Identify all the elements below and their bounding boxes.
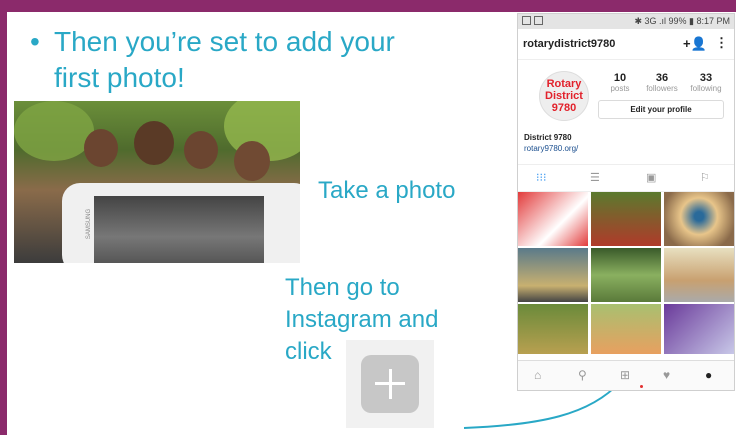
bullet-point: • — [30, 26, 40, 57]
slide-left-border — [0, 0, 7, 435]
following-stat[interactable]: 33 following — [684, 72, 728, 93]
grid-photo[interactable] — [518, 192, 588, 246]
slide-top-border — [0, 0, 736, 12]
kids-photo: SAMSUNG — [14, 101, 300, 263]
add-user-icon[interactable]: +👤 — [683, 36, 707, 52]
home-icon[interactable]: ⌂ — [534, 368, 541, 382]
add-post-button[interactable] — [346, 340, 434, 428]
grid-photo[interactable] — [591, 248, 661, 302]
take-photo-text: Take a photo — [318, 177, 456, 204]
profile-header: rotarydistrict9780 +👤 ⋮ — [518, 29, 734, 60]
followers-stat[interactable]: 36 followers — [640, 72, 684, 93]
slide-heading: Then you’re set to add your first photo! — [54, 26, 395, 93]
grid-photo[interactable] — [664, 304, 734, 354]
profile-icon[interactable]: ● — [705, 368, 712, 382]
phone-brand-text: SAMSUNG — [86, 208, 93, 240]
bottom-nav: ⌂ ⚲ ⊞ ♥ ● — [518, 360, 734, 390]
bookmark-icon[interactable]: ⚐ — [700, 171, 710, 184]
bio-link[interactable]: rotary9780.org/ — [524, 144, 578, 153]
edit-profile-button[interactable]: Edit your profile — [598, 100, 724, 119]
grid-photo[interactable] — [518, 248, 588, 302]
search-icon[interactable]: ⚲ — [578, 368, 587, 382]
grid-photo[interactable] — [664, 248, 734, 302]
notification-dot — [640, 385, 643, 388]
grid-photo[interactable] — [518, 304, 588, 354]
heart-icon[interactable]: ♥ — [663, 368, 670, 382]
add-icon[interactable]: ⊞ — [620, 368, 630, 382]
instagram-screenshot: ✱ 3G .ıl 99% ▮ 8:17 PM rotarydistrict978… — [517, 13, 735, 391]
status-text: ✱ 3G .ıl 99% ▮ 8:17 PM — [634, 16, 730, 26]
username: rotarydistrict9780 — [523, 38, 616, 50]
grid-photo[interactable] — [664, 192, 734, 246]
list-icon[interactable]: ☰ — [590, 171, 600, 184]
photo-grid — [518, 192, 734, 358]
profile-tabs: ⁝⁝⁝ ☰ ▣ ⚐ — [518, 164, 734, 192]
menu-icon[interactable]: ⋮ — [715, 35, 728, 51]
tagged-icon[interactable]: ▣ — [646, 171, 656, 184]
grid-icon[interactable]: ⁝⁝⁝ — [536, 171, 547, 184]
grid-photo[interactable] — [591, 192, 661, 246]
status-bar: ✱ 3G .ıl 99% ▮ 8:17 PM — [518, 14, 734, 29]
grid-photo[interactable] — [591, 304, 661, 354]
bio-name: District 9780 — [524, 133, 572, 142]
posts-stat: 10 posts — [610, 72, 630, 93]
avatar[interactable]: Rotary District 9780 — [539, 71, 589, 121]
